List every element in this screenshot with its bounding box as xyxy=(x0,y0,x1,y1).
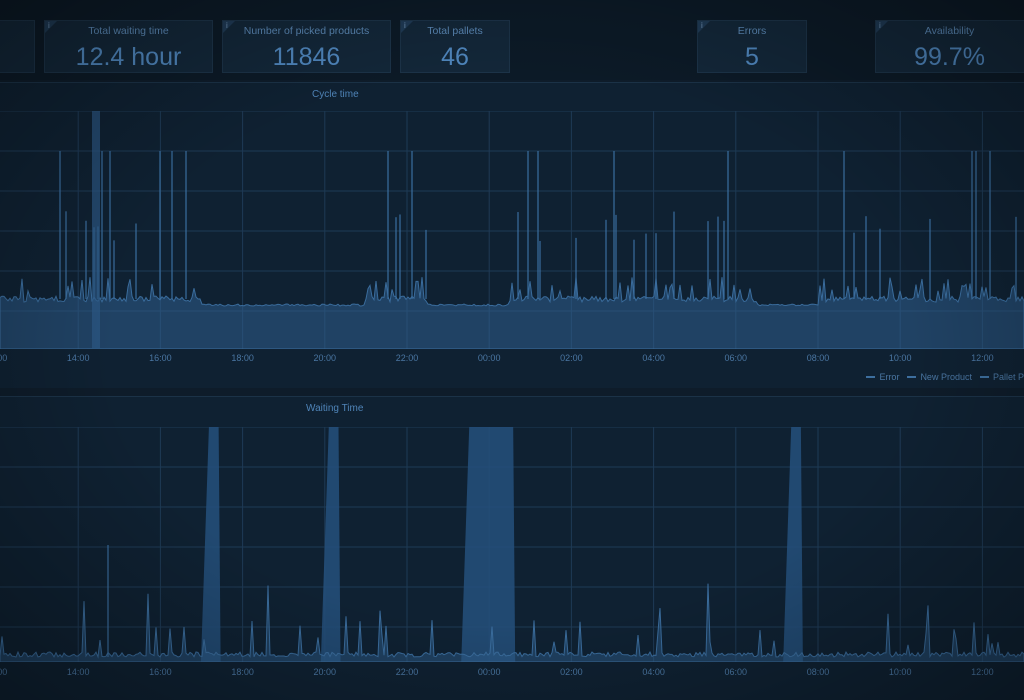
x-tick-label: 16:00 xyxy=(149,353,172,363)
x-tick-label: 04:00 xyxy=(642,353,665,363)
stat-panel-picked-products[interactable]: i Number of picked products 11846 xyxy=(222,20,391,73)
stat-panel-total-waiting-time[interactable]: i Total waiting time 12.4 hour xyxy=(44,20,213,73)
x-tick-label: 00:00 xyxy=(477,667,501,677)
cycle-area xyxy=(0,277,1024,349)
stat-title: Errors xyxy=(737,25,767,37)
x-tick-label: 04:00 xyxy=(642,667,665,677)
x-tick-label: 10:00 xyxy=(888,353,912,363)
panel-title[interactable]: Waiting Time xyxy=(306,403,1024,414)
cycle-error-band xyxy=(92,111,100,349)
cycle-time-panel: Cycle time 12:00 14:00 16:00 18:00 20:00 22:0… xyxy=(0,82,1024,388)
legend: Error New Product Pallet P xyxy=(866,372,1024,382)
x-tick-label: 22:00 xyxy=(395,667,419,677)
x-axis: 12:00 14:00 16:00 18:00 20:00 22:00 00:00 02:00… xyxy=(0,353,1024,367)
x-tick-label: 16:00 xyxy=(149,667,172,677)
stat-title: Total pallets xyxy=(427,25,483,37)
waiting-block xyxy=(320,427,341,662)
cycle-time-graph[interactable] xyxy=(0,111,1024,349)
legend-item-error[interactable]: Error xyxy=(866,372,899,382)
x-tick-label: 12:00 xyxy=(0,353,8,363)
stat-title: Total waiting time xyxy=(88,25,169,37)
stat-title: Availability xyxy=(924,25,975,37)
stat-value: 46 xyxy=(441,43,469,71)
stat-value: 11846 xyxy=(272,43,341,71)
panel-title[interactable]: Cycle time xyxy=(312,89,1024,100)
x-tick-label: 02:00 xyxy=(560,353,583,363)
legend-label: Error xyxy=(879,372,900,382)
x-tick-label: 14:00 xyxy=(66,667,90,677)
stat-value: 5 xyxy=(745,43,759,71)
stat-value: 99.7% xyxy=(914,43,985,71)
x-tick-label: 06:00 xyxy=(724,353,748,363)
x-tick-label: 12:00 xyxy=(971,353,994,363)
stat-title: Number of picked products xyxy=(243,25,370,37)
stat-panel-partial[interactable] xyxy=(0,20,35,73)
x-tick-label: 06:00 xyxy=(724,667,748,677)
dashboard: i Total waiting time 12.4 hour i Number … xyxy=(0,0,1024,700)
legend-swatch xyxy=(907,376,917,378)
legend-swatch xyxy=(866,376,876,378)
x-tick-label: 00:00 xyxy=(477,353,501,363)
x-tick-label: 18:00 xyxy=(231,353,254,363)
x-tick-label: 12:00 xyxy=(971,667,994,677)
x-tick-label: 20:00 xyxy=(313,353,337,363)
stat-row: i Total waiting time 12.4 hour i Number … xyxy=(0,0,1024,80)
x-axis: 12:00 14:00 16:00 18:00 20:00 22:00 00:00 02:00… xyxy=(0,667,1024,681)
x-tick-label: 08:00 xyxy=(806,667,830,677)
legend-label: Pallet P xyxy=(992,372,1024,382)
waiting-block xyxy=(461,427,516,662)
x-tick-label: 10:00 xyxy=(888,667,912,677)
legend-swatch xyxy=(979,376,989,378)
x-tick-label: 12:00 xyxy=(0,667,8,677)
waiting-block xyxy=(200,427,221,662)
stat-panel-total-pallets[interactable]: i Total pallets 46 xyxy=(400,20,510,73)
x-tick-label: 08:00 xyxy=(806,353,830,363)
x-tick-label: 14:00 xyxy=(66,353,90,363)
stat-panel-errors[interactable]: i Errors 5 xyxy=(697,20,807,73)
x-tick-label: 18:00 xyxy=(231,667,254,677)
stat-value: 12.4 hour xyxy=(75,43,182,71)
waiting-time-graph[interactable] xyxy=(0,427,1024,662)
waiting-time-panel: Waiting Time 12:00 14:00 16:00 18:00 20:00 22… xyxy=(0,396,1024,700)
waiting-block xyxy=(783,427,803,662)
x-tick-label: 22:00 xyxy=(395,353,419,363)
x-tick-label: 02:00 xyxy=(560,667,583,677)
legend-label: New Product xyxy=(920,372,972,382)
stat-panel-availability[interactable]: i Availability 99.7% xyxy=(875,20,1024,73)
legend-item-pallet[interactable]: Pallet P xyxy=(979,372,1024,382)
x-tick-label: 20:00 xyxy=(313,667,337,677)
legend-item-new-product[interactable]: New Product xyxy=(907,372,972,382)
